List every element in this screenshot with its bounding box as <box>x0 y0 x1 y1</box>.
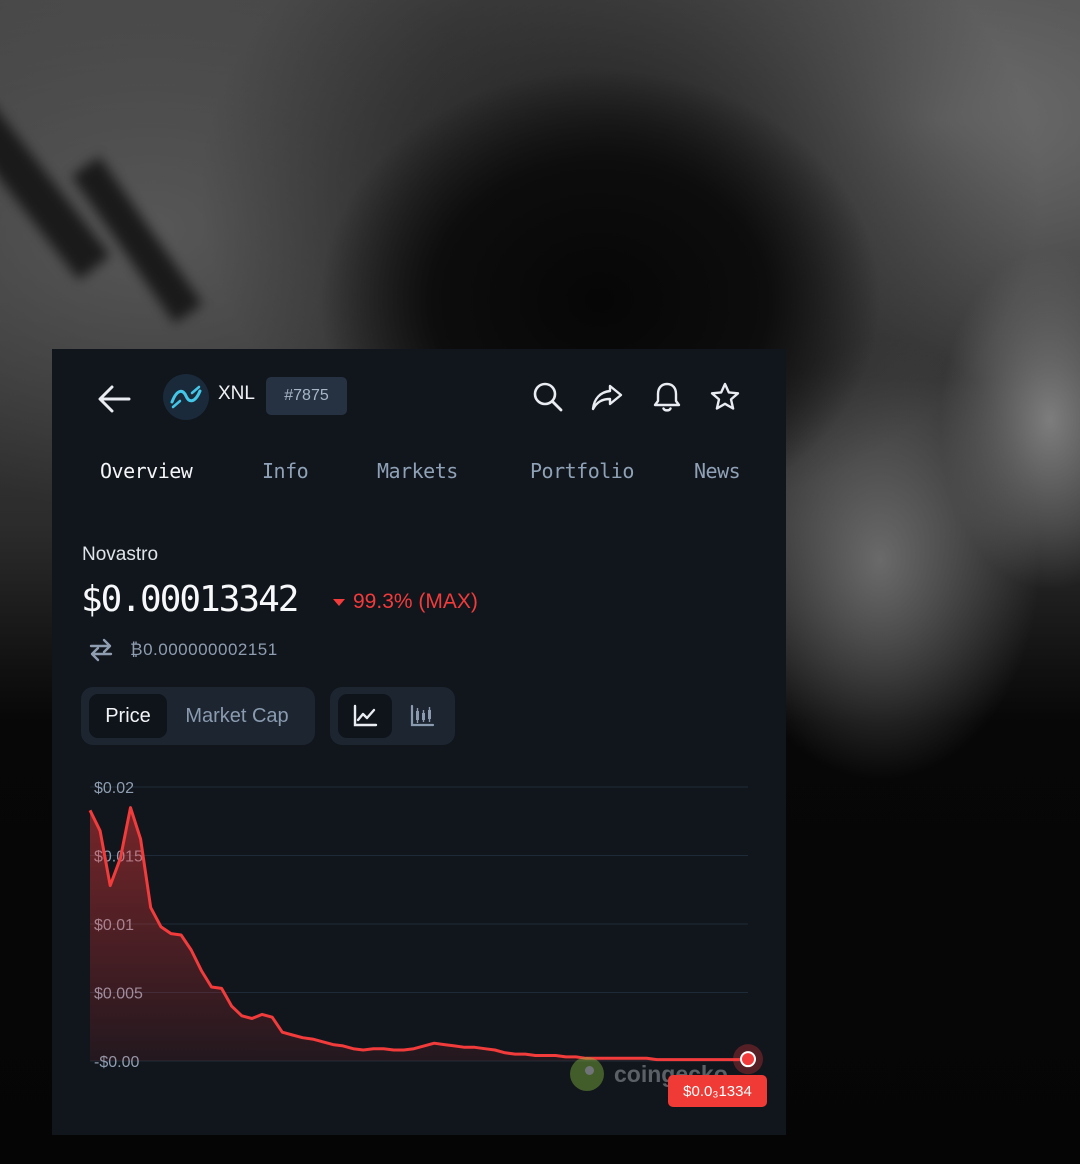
favorite-button[interactable] <box>705 377 745 417</box>
line-chart-option[interactable] <box>338 694 392 738</box>
btc-price: ₿0.000000002151 <box>130 640 278 659</box>
star-icon <box>710 382 740 410</box>
bell-icon <box>653 382 681 412</box>
price-area <box>90 807 748 1061</box>
coin-logo-icon <box>163 374 209 420</box>
swap-icon[interactable] <box>88 638 114 662</box>
y-tick-label: $0.02 <box>94 780 134 797</box>
share-icon <box>591 384 623 411</box>
search-button[interactable] <box>528 377 568 417</box>
back-button[interactable] <box>92 377 136 421</box>
tab-bar: Overview Info Markets Portfolio News <box>52 459 786 499</box>
tab-markets[interactable]: Markets <box>377 459 458 483</box>
candlestick-option[interactable] <box>396 694 448 738</box>
current-price-tag: $0.0₃1334 <box>668 1075 767 1107</box>
rank-badge: #7875 <box>266 377 347 415</box>
caret-down-icon <box>333 598 345 606</box>
tab-info[interactable]: Info <box>262 459 309 483</box>
price-change: 99.3% (MAX) <box>333 590 478 614</box>
alert-button[interactable] <box>647 377 687 417</box>
back-arrow-icon <box>98 385 131 413</box>
tab-news[interactable]: News <box>694 459 741 483</box>
last-point-marker <box>740 1051 756 1068</box>
share-button[interactable] <box>587 377 627 417</box>
coin-ticker: XNL <box>218 383 255 404</box>
tab-portfolio[interactable]: Portfolio <box>530 459 634 483</box>
metric-toggle: Price Market Cap <box>81 687 315 745</box>
btc-price-row: ₿0.000000002151 <box>88 637 278 663</box>
price-option[interactable]: Price <box>89 694 167 738</box>
tab-overview[interactable]: Overview <box>100 459 193 483</box>
candlestick-icon <box>410 704 435 727</box>
chart-style-toggle <box>330 687 455 745</box>
coin-name: Novastro <box>82 544 159 565</box>
coingecko-logo-icon <box>570 1057 604 1091</box>
price-change-value: 99.3% (MAX) <box>353 590 478 613</box>
coin-detail-panel: XNL #7875 Overview Info Markets Portfoli… <box>52 349 786 1135</box>
top-bar: XNL #7875 <box>52 349 786 449</box>
line-chart-icon <box>353 704 378 727</box>
market-cap-option[interactable]: Market Cap <box>173 694 301 738</box>
current-price: $0.00013342 <box>81 579 299 620</box>
search-icon <box>533 382 563 412</box>
